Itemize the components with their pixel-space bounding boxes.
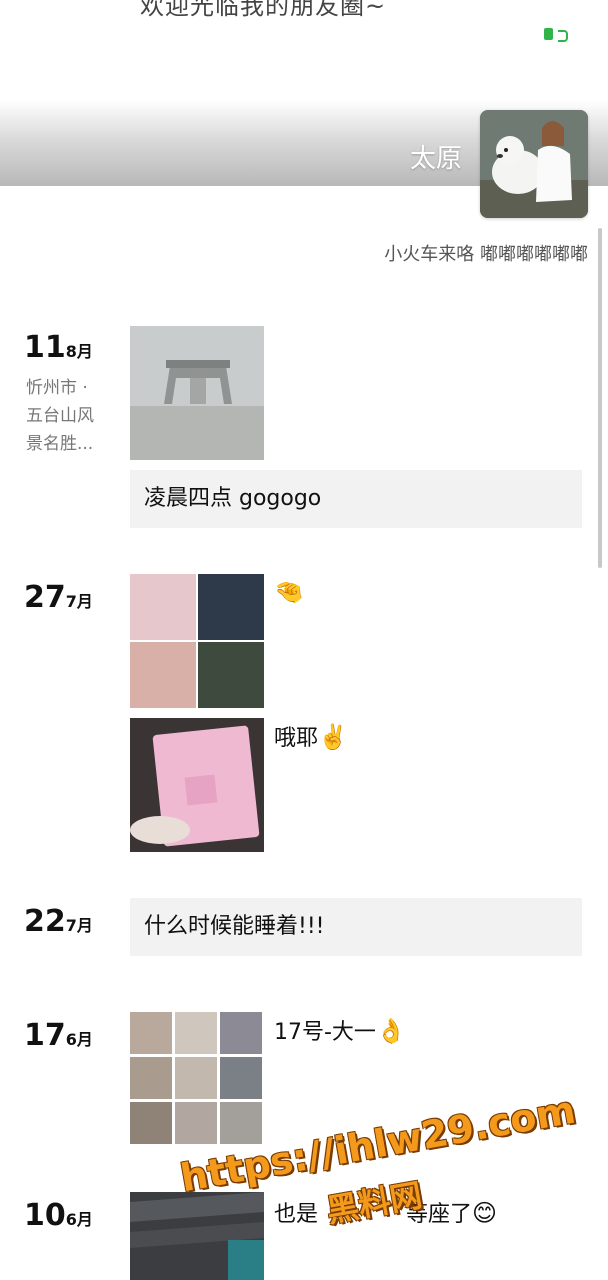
grid-photo [175, 1102, 217, 1144]
caption-text: 也是 [274, 1202, 319, 1227]
post-text-card[interactable]: 凌晨四点 gogogo [130, 470, 582, 528]
grid-photo [220, 1057, 262, 1099]
grid-photo [130, 642, 196, 708]
post-date: 227月 [24, 904, 93, 939]
cover-title: 欢迎光临我的朋友圈~ [140, 0, 387, 20]
post-day: 10 [24, 1198, 66, 1233]
profile-nickname: 太原 [410, 144, 463, 174]
certificate-photo [130, 718, 264, 852]
post-caption: 17号-大一👌 [274, 1014, 406, 1046]
post-photo-grid[interactable] [130, 574, 264, 708]
post-date: 176月 [24, 1018, 93, 1053]
profile-signature: 小火车来咯 嘟嘟嘟嘟嘟嘟 [384, 244, 588, 265]
post-month: 7月 [65, 592, 93, 611]
post-caption: 🤏 [274, 578, 304, 606]
train-seat-photo [130, 1192, 264, 1280]
post-day: 22 [24, 904, 66, 939]
avatar[interactable] [480, 110, 588, 218]
grid-photo [130, 574, 196, 640]
scrollbar[interactable] [598, 228, 602, 568]
grid-photo [175, 1057, 217, 1099]
post-month: 6月 [65, 1210, 93, 1229]
grid-photo [220, 1102, 262, 1144]
post-month: 8月 [65, 342, 93, 361]
caption-text: 哦耶 [274, 726, 319, 751]
battery-icon [544, 28, 568, 42]
post-location[interactable]: 忻州市 · 五台山风景名胜... [26, 374, 108, 458]
avatar-photo [480, 110, 588, 218]
ok-hand-icon: 👌 [375, 1017, 406, 1045]
post-month: 6月 [65, 1030, 93, 1049]
post-photo-grid[interactable] [130, 1012, 262, 1144]
post-photo[interactable] [130, 718, 264, 852]
smile-icon: 😊 [472, 1199, 498, 1227]
foggy-gate-photo [130, 326, 264, 460]
grid-photo [130, 1012, 172, 1054]
post-day: 17 [24, 1018, 66, 1053]
post-day: 11 [24, 330, 66, 365]
post-day: 27 [24, 580, 66, 615]
grid-photo [198, 642, 264, 708]
grid-photo [130, 1102, 172, 1144]
post-caption: 哦耶✌️ [274, 720, 348, 752]
post-text-card[interactable]: 什么时候能睡着!!! [130, 898, 582, 956]
grid-photo [198, 574, 264, 640]
victory-hand-icon: ✌️ [318, 723, 348, 751]
post-date: 106月 [24, 1198, 93, 1233]
post-photo[interactable] [130, 326, 264, 460]
pinch-hand-icon: 🤏 [274, 578, 304, 606]
grid-photo [220, 1012, 262, 1054]
post-month: 7月 [65, 916, 93, 935]
post-photo[interactable] [130, 1192, 264, 1280]
grid-photo [175, 1012, 217, 1054]
post-date: 277月 [24, 580, 93, 615]
post-date: 118月 [24, 330, 93, 365]
caption-text: 17号-大一 [274, 1020, 376, 1045]
grid-photo [130, 1057, 172, 1099]
